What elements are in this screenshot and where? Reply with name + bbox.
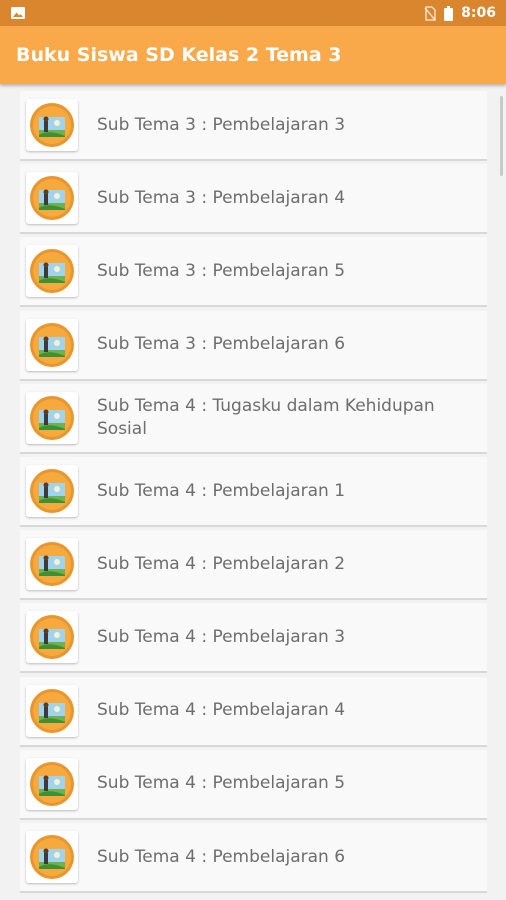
- list-item-thumbnail: [26, 611, 78, 664]
- list-item-label: Sub Tema 3 : Pembelajaran 3: [97, 114, 346, 135]
- list-item[interactable]: Sub Tema 3 : Pembelajaran 4: [20, 164, 487, 235]
- list-item[interactable]: Sub Tema 4 : Pembelajaran 2: [20, 530, 487, 601]
- book-cover-icon: [30, 761, 74, 806]
- list-item-thumbnail: [26, 391, 78, 444]
- list-item-label: Sub Tema 4 : Pembelajaran 4: [97, 700, 346, 721]
- book-cover-icon: [30, 322, 74, 367]
- book-cover-icon: [30, 176, 74, 221]
- status-bar: 8:06: [0, 0, 506, 26]
- list-item-label: Sub Tema 4 : Pembelajaran 1: [97, 480, 346, 501]
- list-item-label: Sub Tema 4 : Pembelajaran 5: [97, 773, 346, 794]
- list-item-thumbnail: [26, 318, 78, 371]
- app-title: Buku Siswa SD Kelas 2 Tema 3: [16, 44, 342, 66]
- book-cover-icon: [30, 835, 74, 879]
- list-item[interactable]: Sub Tema 4 : Pembelajaran 6: [20, 823, 487, 893]
- battery-icon: [444, 5, 454, 21]
- no-sim-icon: [424, 5, 436, 21]
- book-cover-icon: [30, 542, 74, 587]
- image-notification-icon: [11, 7, 25, 19]
- list-item-label: Sub Tema 3 : Pembelajaran 4: [97, 187, 346, 208]
- list-item[interactable]: Sub Tema 4 : Pembelajaran 5: [20, 749, 487, 820]
- list-item[interactable]: Sub Tema 3 : Pembelajaran 3: [20, 91, 487, 161]
- book-cover-icon: [30, 395, 74, 440]
- list-item-label: Sub Tema 3 : Pembelajaran 6: [97, 334, 346, 355]
- status-time: 8:06: [461, 5, 496, 21]
- list-item-thumbnail: [26, 172, 78, 225]
- list-item[interactable]: Sub Tema 4 : Tugasku dalam Kehidupan Sos…: [20, 383, 487, 454]
- list-item-label: Sub Tema 4 : Tugasku dalam Kehidupan Sos…: [97, 395, 435, 439]
- list-item-label: Sub Tema 4 : Pembelajaran 6: [97, 846, 346, 867]
- list-item-thumbnail: [26, 99, 78, 151]
- list-item[interactable]: Sub Tema 4 : Pembelajaran 1: [20, 457, 487, 527]
- chapter-list[interactable]: Sub Tema 3 : Pembelajaran 3 Sub Tema 3 : …: [0, 84, 506, 900]
- app-bar: Buku Siswa SD Kelas 2 Tema 3: [0, 26, 506, 84]
- scrollbar[interactable]: [500, 96, 503, 176]
- list-item-thumbnail: [26, 245, 78, 298]
- list-item-label: Sub Tema 3 : Pembelajaran 5: [97, 260, 346, 281]
- list-item-thumbnail: [26, 684, 78, 737]
- book-cover-icon: [30, 688, 74, 733]
- list-item[interactable]: Sub Tema 3 : Pembelajaran 6: [20, 310, 487, 381]
- book-cover-icon: [30, 103, 74, 147]
- book-cover-icon: [30, 615, 74, 660]
- list-item[interactable]: Sub Tema 4 : Pembelajaran 3: [20, 603, 487, 674]
- book-cover-icon: [30, 249, 74, 294]
- list-item-thumbnail: [26, 831, 78, 883]
- book-cover-icon: [30, 469, 74, 513]
- list-item-thumbnail: [26, 465, 78, 517]
- list-item-thumbnail: [26, 757, 78, 810]
- list-item[interactable]: Sub Tema 3 : Pembelajaran 5: [20, 237, 487, 308]
- list-item-label: Sub Tema 4 : Pembelajaran 2: [97, 553, 346, 574]
- status-right: 8:06: [424, 5, 496, 21]
- list-item[interactable]: Sub Tema 4 : Pembelajaran 4: [20, 676, 487, 747]
- status-left: [10, 6, 26, 20]
- list-item-thumbnail: [26, 538, 78, 591]
- list-item-label: Sub Tema 4 : Pembelajaran 3: [97, 626, 346, 647]
